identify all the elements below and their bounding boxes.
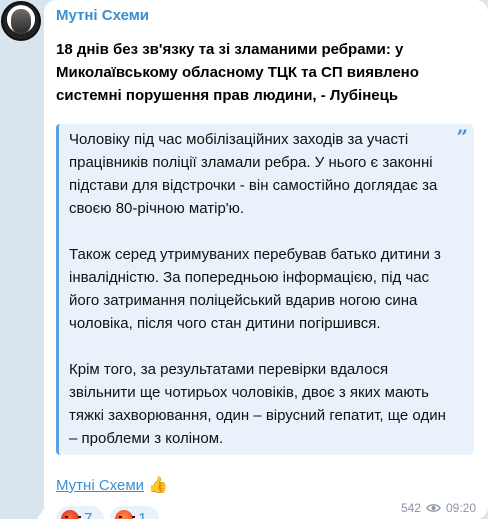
- angry-face-icon: [61, 510, 81, 519]
- reaction-count: 1: [138, 510, 147, 519]
- reaction-angry[interactable]: 7: [56, 506, 105, 519]
- view-count: 542: [400, 501, 421, 515]
- channel-name[interactable]: Мутні Схеми: [56, 7, 476, 25]
- message-footer: 542 09:20: [401, 501, 476, 515]
- reaction-pouting[interactable]: 1: [110, 506, 159, 519]
- blockquote: ” Чоловіку під час мобілізаційних заході…: [56, 124, 474, 455]
- signature: Мутні Схеми 👍: [56, 477, 476, 495]
- reaction-count: 7: [84, 510, 93, 519]
- message-bubble: Мутні Схеми 18 днів без зв'язку та зі зл…: [44, 0, 488, 519]
- quote-paragraph: Крім того, за результатами перевірки вда…: [69, 361, 446, 447]
- quote-paragraph: Також серед утримуваних перебував батько…: [69, 246, 441, 332]
- pouting-face-icon: [115, 510, 136, 519]
- post-headline: 18 днів без зв'язку та зі зламаними ребр…: [56, 41, 419, 104]
- signature-link[interactable]: Мутні Схеми: [56, 477, 144, 495]
- avatar-portrait: [11, 9, 31, 33]
- thumbs-up-icon: 👍: [148, 477, 168, 494]
- channel-avatar[interactable]: [1, 1, 41, 41]
- quote-paragraph: Чоловіку під час мобілізаційних заходів …: [69, 131, 438, 217]
- quote-icon: ”: [456, 125, 468, 149]
- eye-icon: [426, 504, 441, 512]
- message-time: 09:20: [445, 501, 476, 515]
